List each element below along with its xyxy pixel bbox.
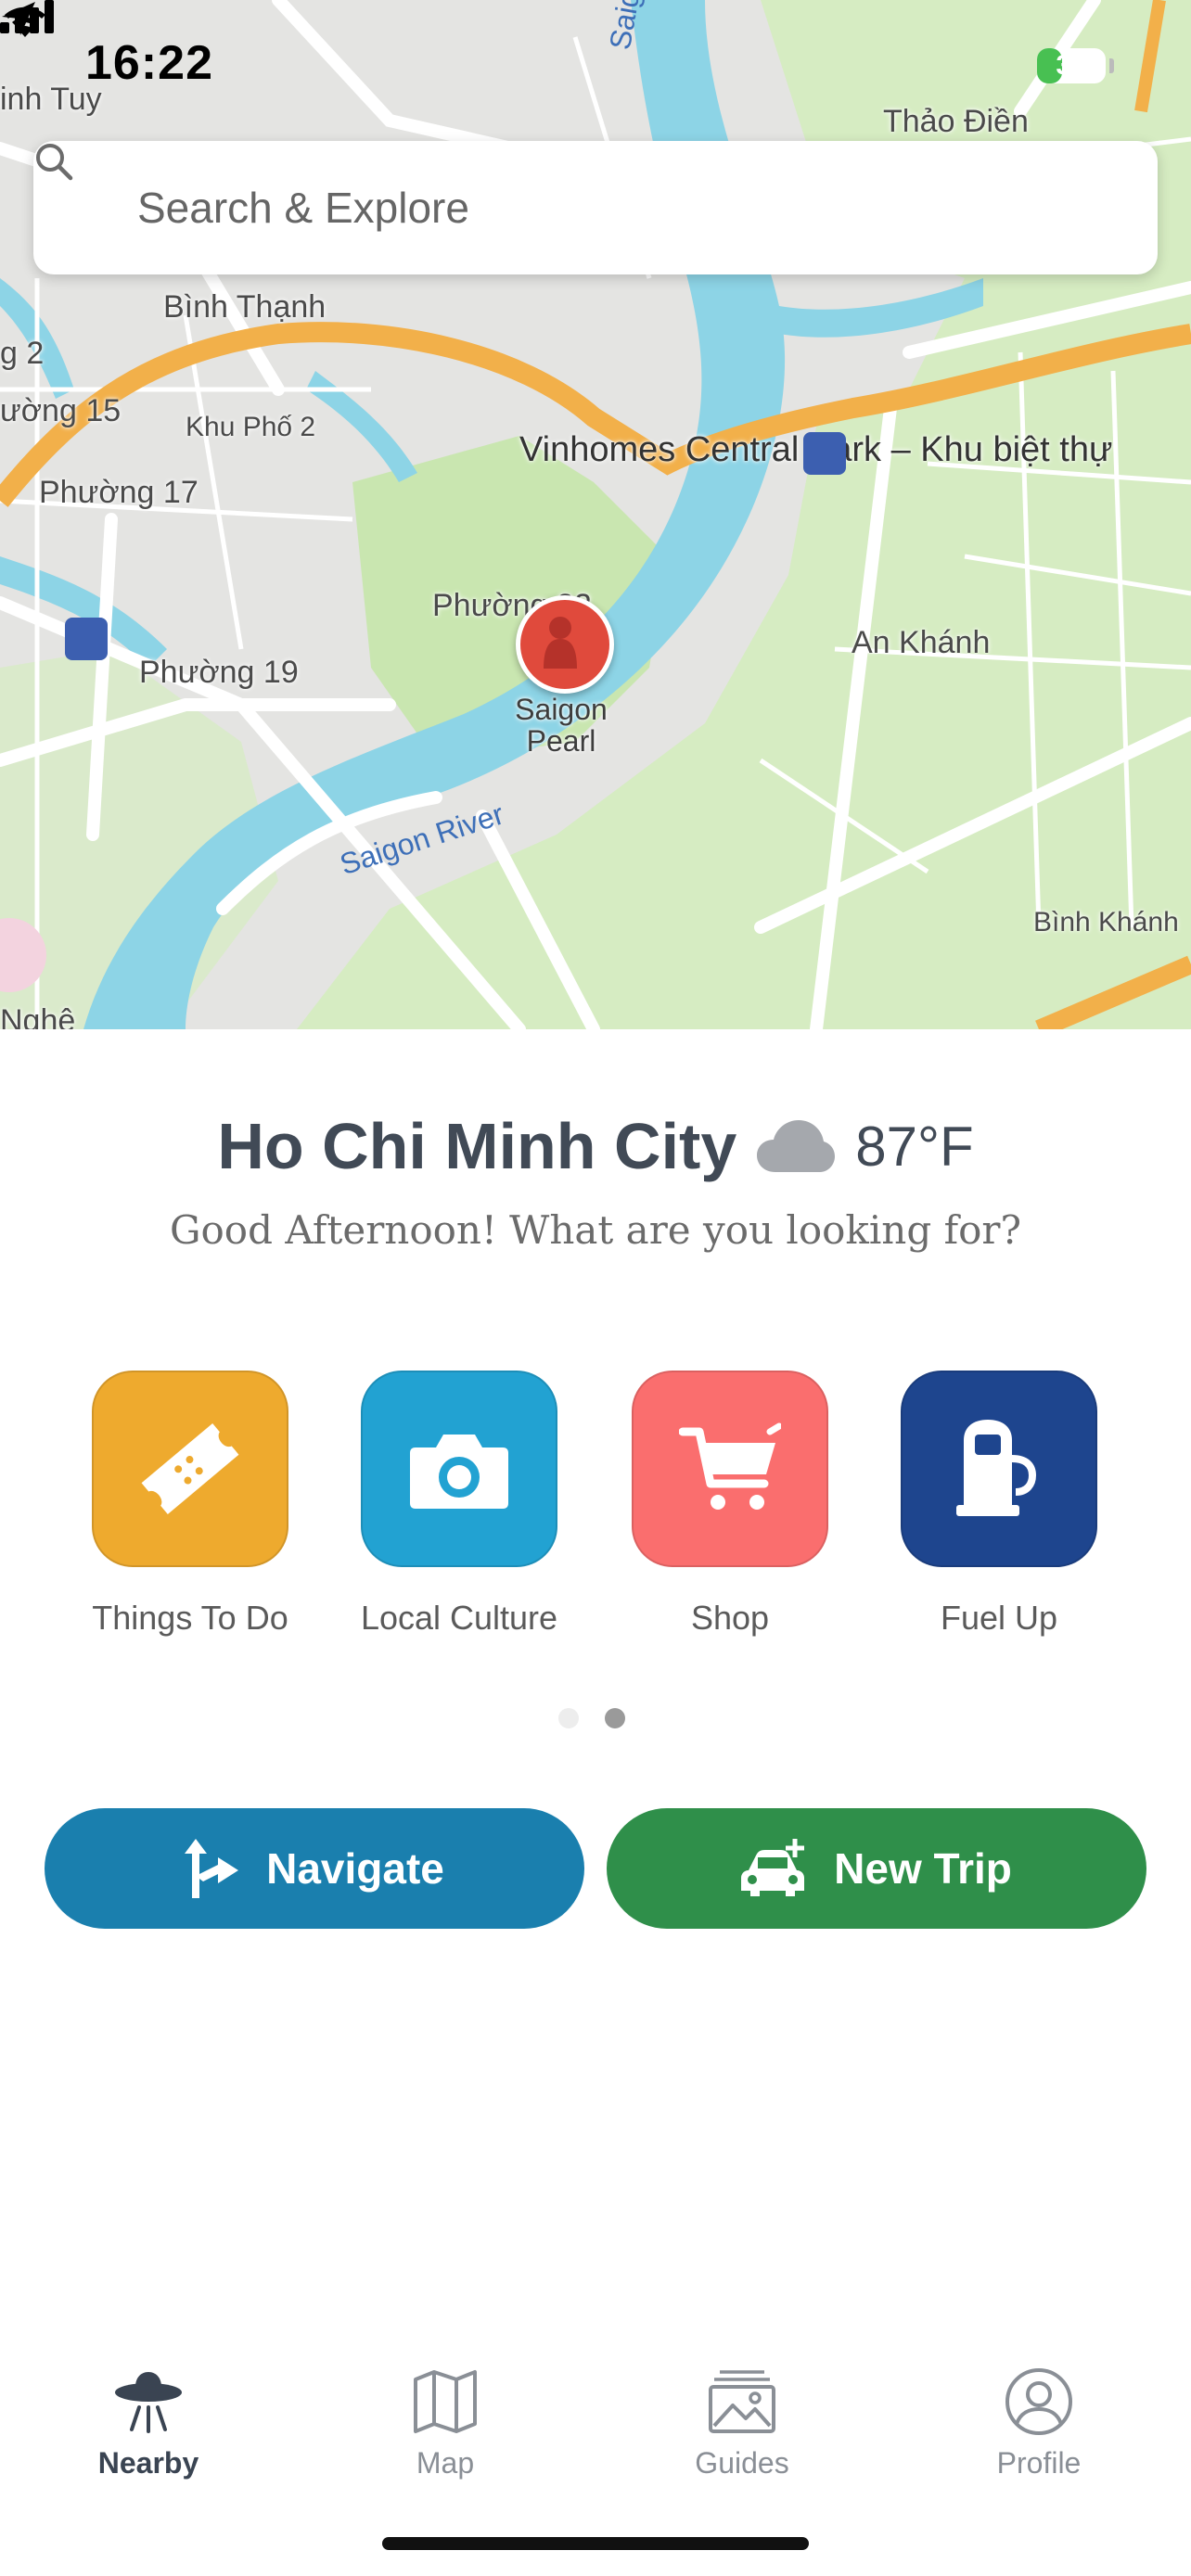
search-input[interactable] (135, 176, 1113, 239)
location-header: Ho Chi Minh City 87°F (0, 1109, 1191, 1183)
camera-icon (410, 1435, 508, 1509)
tab-bar: Nearby Map Guides Profile (0, 2337, 1191, 2504)
tab-profile[interactable]: Profile (946, 2365, 1132, 2480)
map-label-khu-pho-2: Khu Phố 2 (186, 412, 316, 442)
battery-level: 37 (1056, 50, 1087, 81)
map-view[interactable]: inh Tuy Thảo Điền Saigon R Bình Thạnh g … (0, 0, 1191, 1029)
map-icon (414, 2370, 477, 2433)
category-tile[interactable] (92, 1371, 288, 1567)
status-bar: 16:22 37 (0, 0, 1191, 130)
tab-label: Profile (996, 2446, 1082, 2480)
search-bar[interactable] (33, 141, 1158, 274)
page-dot[interactable] (558, 1708, 579, 1728)
map-label-ng-2: g 2 (0, 336, 45, 371)
category-label: Things To Do (92, 1599, 288, 1637)
battery-nub (1109, 58, 1114, 73)
page-indicator[interactable] (558, 1708, 651, 1733)
map-label-binh-thanh: Bình Thạnh (163, 289, 327, 325)
map-label-phuong-15: ường 15 (0, 393, 122, 428)
tab-label: Guides (695, 2446, 789, 2480)
battery-icon: 37 (1037, 48, 1106, 83)
fuel-pump-icon (956, 1420, 1037, 1516)
profile-icon (1005, 2368, 1072, 2435)
map-label-phuong-19: Phường 19 (139, 655, 299, 690)
navigate-label: Navigate (266, 1844, 444, 1893)
cart-icon (679, 1422, 781, 1510)
tab-map[interactable]: Map (352, 2365, 538, 2480)
search-icon (36, 144, 73, 181)
location-pin[interactable] (516, 595, 614, 694)
category-tile[interactable] (901, 1371, 1097, 1567)
pin-label: Saigon Pearl (515, 693, 608, 758)
map-label-phuong-17: Phường 17 (39, 475, 198, 510)
bus-station-icon[interactable] (65, 618, 108, 660)
add-car-icon (741, 1839, 805, 1896)
category-label: Shop (690, 1599, 770, 1637)
category-label: Local Culture (360, 1599, 558, 1637)
home-indicator[interactable] (382, 2537, 809, 2550)
category-things-to-do[interactable]: Things To Do (56, 1371, 325, 1638)
category-grid: Things To Do Local Culture Shop Fuel Up (0, 1371, 1191, 1649)
wifi-icon (5, 6, 45, 37)
tab-guides[interactable]: Guides (649, 2365, 835, 2480)
cloud-icon (757, 1120, 836, 1172)
category-fuel-up[interactable]: Fuel Up (864, 1371, 1133, 1638)
tab-label: Nearby (97, 2446, 199, 2480)
status-time: 16:22 (85, 36, 213, 90)
map-label-nghe: Nghệ (0, 1003, 76, 1029)
person-icon (544, 617, 577, 669)
guides-icon (709, 2370, 775, 2433)
ferry-station-icon[interactable] (803, 432, 846, 475)
category-local-culture[interactable]: Local Culture (325, 1371, 594, 1638)
ufo-icon (115, 2372, 182, 2433)
ticket-icon (141, 1423, 239, 1514)
map-label-vinhomes: Vinhomes Central Park – Khu biệt thự (519, 430, 1112, 469)
map-label-an-khanh: An Khánh (852, 625, 991, 660)
greeting-text: Good Afternoon! What are you looking for… (169, 1207, 1022, 1253)
map-label-binh-khanh: Bình Khánh (1033, 907, 1179, 937)
page-dot-active[interactable] (605, 1708, 625, 1728)
new-trip-label: New Trip (834, 1844, 1012, 1893)
city-name: Ho Chi Minh City (217, 1110, 737, 1182)
tab-label: Map (416, 2446, 475, 2480)
category-tile[interactable] (361, 1371, 557, 1567)
category-label: Fuel Up (940, 1599, 1058, 1637)
tab-nearby[interactable]: Nearby (56, 2365, 241, 2480)
turn-arrow-icon (185, 1839, 239, 1898)
new-trip-button[interactable]: New Trip (607, 1808, 1146, 1929)
temperature: 87°F (855, 1115, 974, 1178)
navigate-button[interactable]: Navigate (45, 1808, 584, 1929)
category-shop[interactable]: Shop (596, 1371, 864, 1638)
category-tile[interactable] (632, 1371, 828, 1567)
